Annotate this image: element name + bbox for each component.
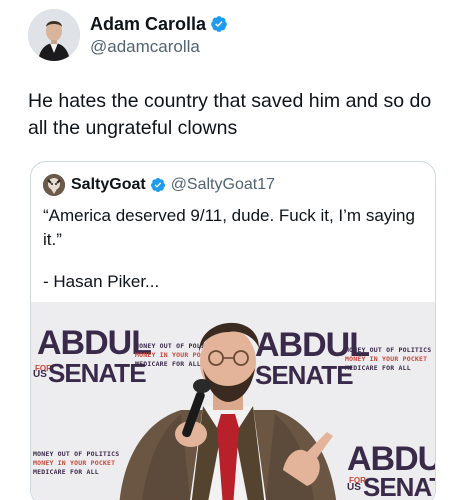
- verified-badge-icon: [211, 16, 227, 32]
- author-avatar[interactable]: [28, 9, 80, 61]
- speaker-figure: [119, 322, 337, 500]
- author-display-name[interactable]: Adam Carolla: [90, 13, 206, 35]
- quoted-tweet-signature: - Hasan Piker...: [43, 272, 160, 291]
- author-handle[interactable]: @adamcarolla: [90, 36, 228, 57]
- quoted-tweet-text: “America deserved 9/11, dude. Fuck it, I…: [43, 206, 415, 249]
- quoted-author-handle[interactable]: @SaltyGoat17: [171, 176, 275, 194]
- quoted-verified-badge-icon: [150, 178, 165, 192]
- quoted-tweet-photo[interactable]: ABDUL FOR US SENATE MONEY OUT OF POLITIC…: [31, 302, 435, 500]
- quoted-tweet-header: SaltyGoat @SaltyGoat17: [43, 174, 275, 196]
- quoted-tweet[interactable]: SaltyGoat @SaltyGoat17 “America deserved…: [30, 161, 436, 500]
- quoted-author-avatar[interactable]: [43, 174, 65, 196]
- tweet: Adam Carolla @adamcarolla He hates the c…: [0, 0, 465, 500]
- author-avatar-image: [28, 9, 80, 61]
- quoted-author-display-name[interactable]: SaltyGoat: [71, 176, 146, 194]
- tweet-text: He hates the country that saved him and …: [28, 90, 432, 139]
- tweet-author: Adam Carolla @adamcarolla: [28, 8, 228, 62]
- quoted-avatar-image: [43, 174, 65, 196]
